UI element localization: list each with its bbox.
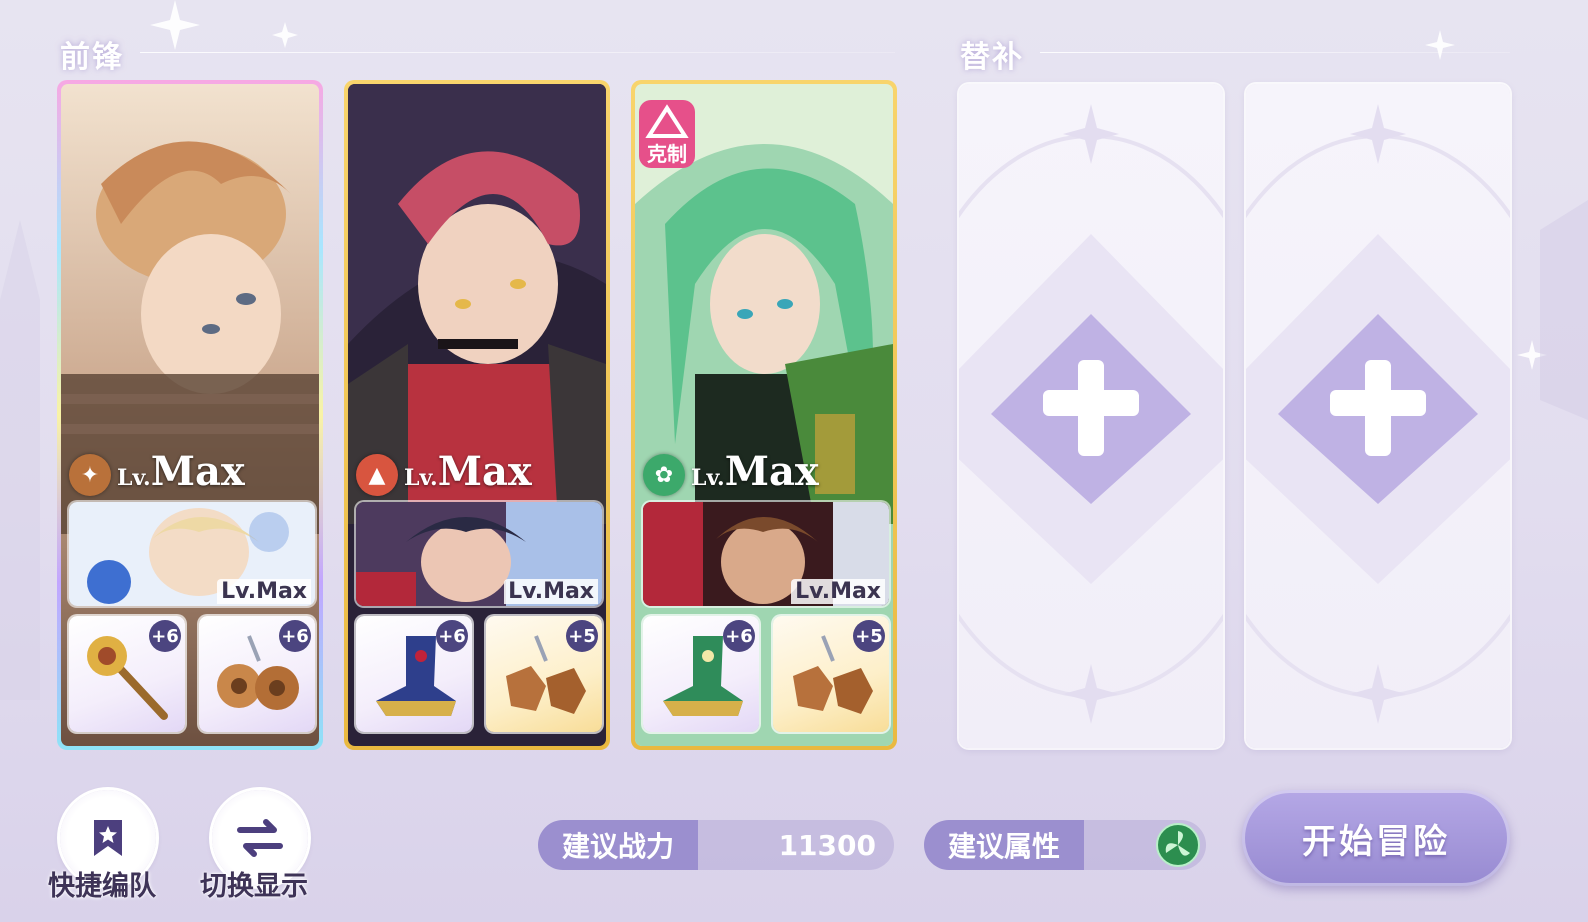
level-row-1: ✦ Lv.Max — [69, 452, 245, 498]
partner-slot-3[interactable]: Lv.Max — [643, 502, 889, 606]
counter-badge: 克制 — [639, 100, 695, 168]
gear-plus-badge: +5 — [853, 620, 885, 652]
front-section-divider — [140, 52, 895, 53]
add-slot-icon — [1246, 104, 1510, 724]
character-card-1[interactable]: ✦ Lv.Max Lv.Max +6 +6 — [57, 80, 323, 750]
quick-team-label: 快捷编队 — [48, 871, 156, 902]
gear-plus-badge: +5 — [566, 620, 598, 652]
gear-plus-badge: +6 — [723, 620, 755, 652]
partner-level-2: Lv.Max — [504, 579, 598, 604]
start-adventure-button[interactable]: 开始冒险 — [1242, 790, 1510, 886]
sub-section-title: 替补 — [960, 40, 1024, 75]
substitute-slot-1[interactable] — [959, 84, 1223, 748]
add-slot-icon — [959, 104, 1223, 724]
character-card-3[interactable]: 克制 ✿ Lv.Max Lv.Max +6 +5 — [631, 80, 897, 750]
gear-plus-badge: +6 — [436, 620, 468, 652]
recommended-power-label: 建议战力 — [538, 820, 699, 870]
gear-plus-badge: +6 — [279, 620, 311, 652]
gear-slot-3-2[interactable]: +5 — [773, 616, 889, 732]
recommended-power: 建议战力 11300 — [538, 820, 894, 870]
start-adventure-label: 开始冒险 — [1302, 821, 1450, 862]
gear-plus-badge: +6 — [149, 620, 181, 652]
bookmark-star-icon — [94, 820, 122, 856]
level-value-1: Max — [150, 448, 245, 495]
level-prefix-2: Lv. — [404, 465, 438, 491]
level-row-3: ✿ Lv.Max — [643, 452, 819, 498]
recommended-attribute-label: 建议属性 — [924, 820, 1085, 870]
recommended-attribute: 建议属性 — [924, 820, 1206, 870]
level-row-2: ▲ Lv.Max — [356, 452, 532, 498]
fire-element-icon: ▲ — [356, 454, 398, 496]
wind-element-icon — [1156, 823, 1200, 867]
toggle-display-label: 切换显示 — [200, 871, 308, 902]
partner-slot-1[interactable]: Lv.Max — [69, 502, 315, 606]
partner-level-1: Lv.Max — [217, 579, 311, 604]
front-section-title: 前锋 — [60, 40, 124, 75]
partner-slot-2[interactable]: Lv.Max — [356, 502, 602, 606]
substitute-slot-2[interactable] — [1246, 84, 1510, 748]
gold-element-icon: ✦ — [69, 454, 111, 496]
partner-level-3: Lv.Max — [791, 579, 885, 604]
sub-section-divider — [1040, 52, 1510, 53]
level-prefix-1: Lv. — [117, 465, 151, 491]
gear-slot-2-1[interactable]: +6 — [356, 616, 472, 732]
gear-slot-3-1[interactable]: +6 — [643, 616, 759, 732]
swap-arrows-icon — [237, 819, 283, 857]
level-value-2: Max — [437, 448, 532, 495]
gear-slot-2-2[interactable]: +5 — [486, 616, 602, 732]
gear-slot-1-2[interactable]: +6 — [199, 616, 315, 732]
counter-label: 克制 — [647, 142, 687, 166]
gear-slot-1-1[interactable]: +6 — [69, 616, 185, 732]
level-prefix-3: Lv. — [691, 465, 725, 491]
wind-element-icon: ✿ — [643, 454, 685, 496]
recommended-power-value: 11300 — [698, 820, 894, 870]
character-card-2[interactable]: ▲ Lv.Max Lv.Max +6 +5 — [344, 80, 610, 750]
level-value-3: Max — [724, 448, 819, 495]
